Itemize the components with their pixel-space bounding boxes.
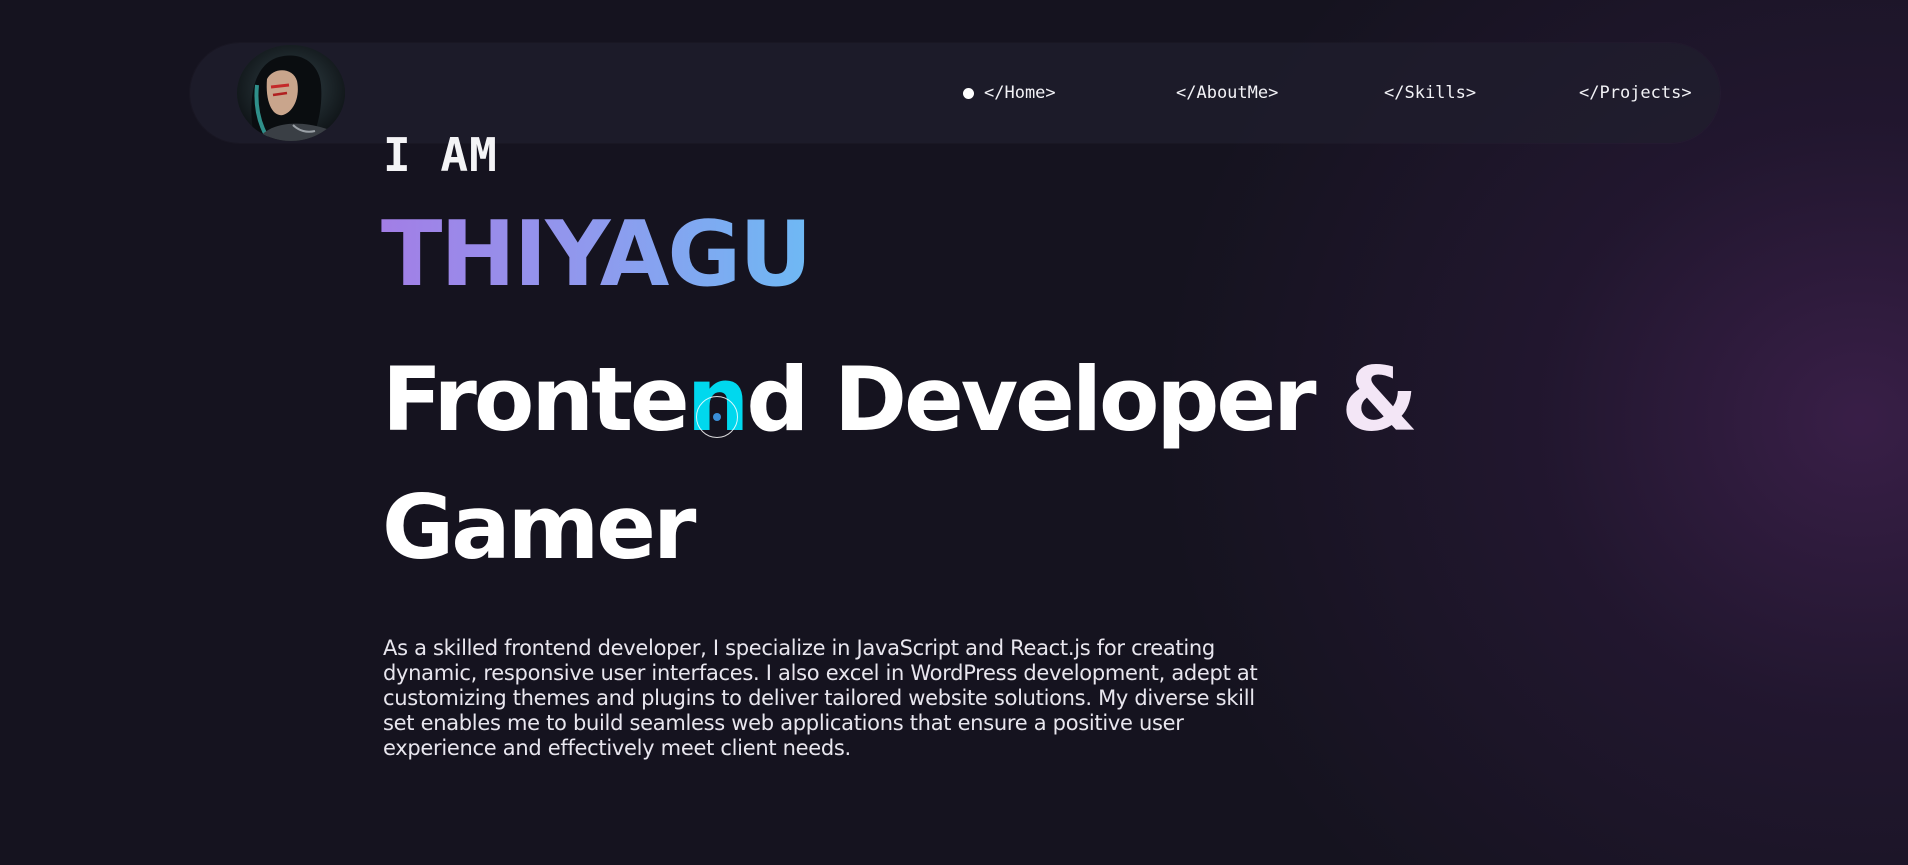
nav-link-skills-label: </Skills> bbox=[1384, 83, 1477, 103]
nav-link-skills[interactable]: </Skills> bbox=[1384, 83, 1476, 103]
nav-link-home[interactable]: </Home> bbox=[963, 83, 1056, 103]
hero-description: As a skilled frontend developer, I speci… bbox=[383, 636, 1258, 760]
nav-link-home-label: </Home> bbox=[984, 83, 1056, 103]
cursor-dot-icon bbox=[713, 413, 721, 421]
nav-link-aboutme-label: </AboutMe> bbox=[1176, 83, 1279, 103]
dot-icon bbox=[963, 87, 974, 99]
role-text-line2: Gamer bbox=[382, 476, 696, 579]
hero-name: THIYAGU bbox=[381, 202, 812, 307]
avatar[interactable] bbox=[237, 45, 345, 141]
role-ampersand: & bbox=[1341, 348, 1418, 451]
hero-role: Frontend Developer & Gamer bbox=[382, 336, 1482, 592]
role-text-part2: d Developer bbox=[746, 348, 1342, 451]
nav-link-aboutme[interactable]: </AboutMe> bbox=[1176, 83, 1278, 103]
nav-link-projects-label: </Projects> bbox=[1579, 83, 1692, 103]
nav-link-projects[interactable]: </Projects> bbox=[1579, 83, 1692, 103]
hero-intro: I AM bbox=[383, 128, 498, 182]
role-text-part1: Fronte bbox=[382, 348, 690, 451]
avatar-image bbox=[237, 45, 345, 141]
